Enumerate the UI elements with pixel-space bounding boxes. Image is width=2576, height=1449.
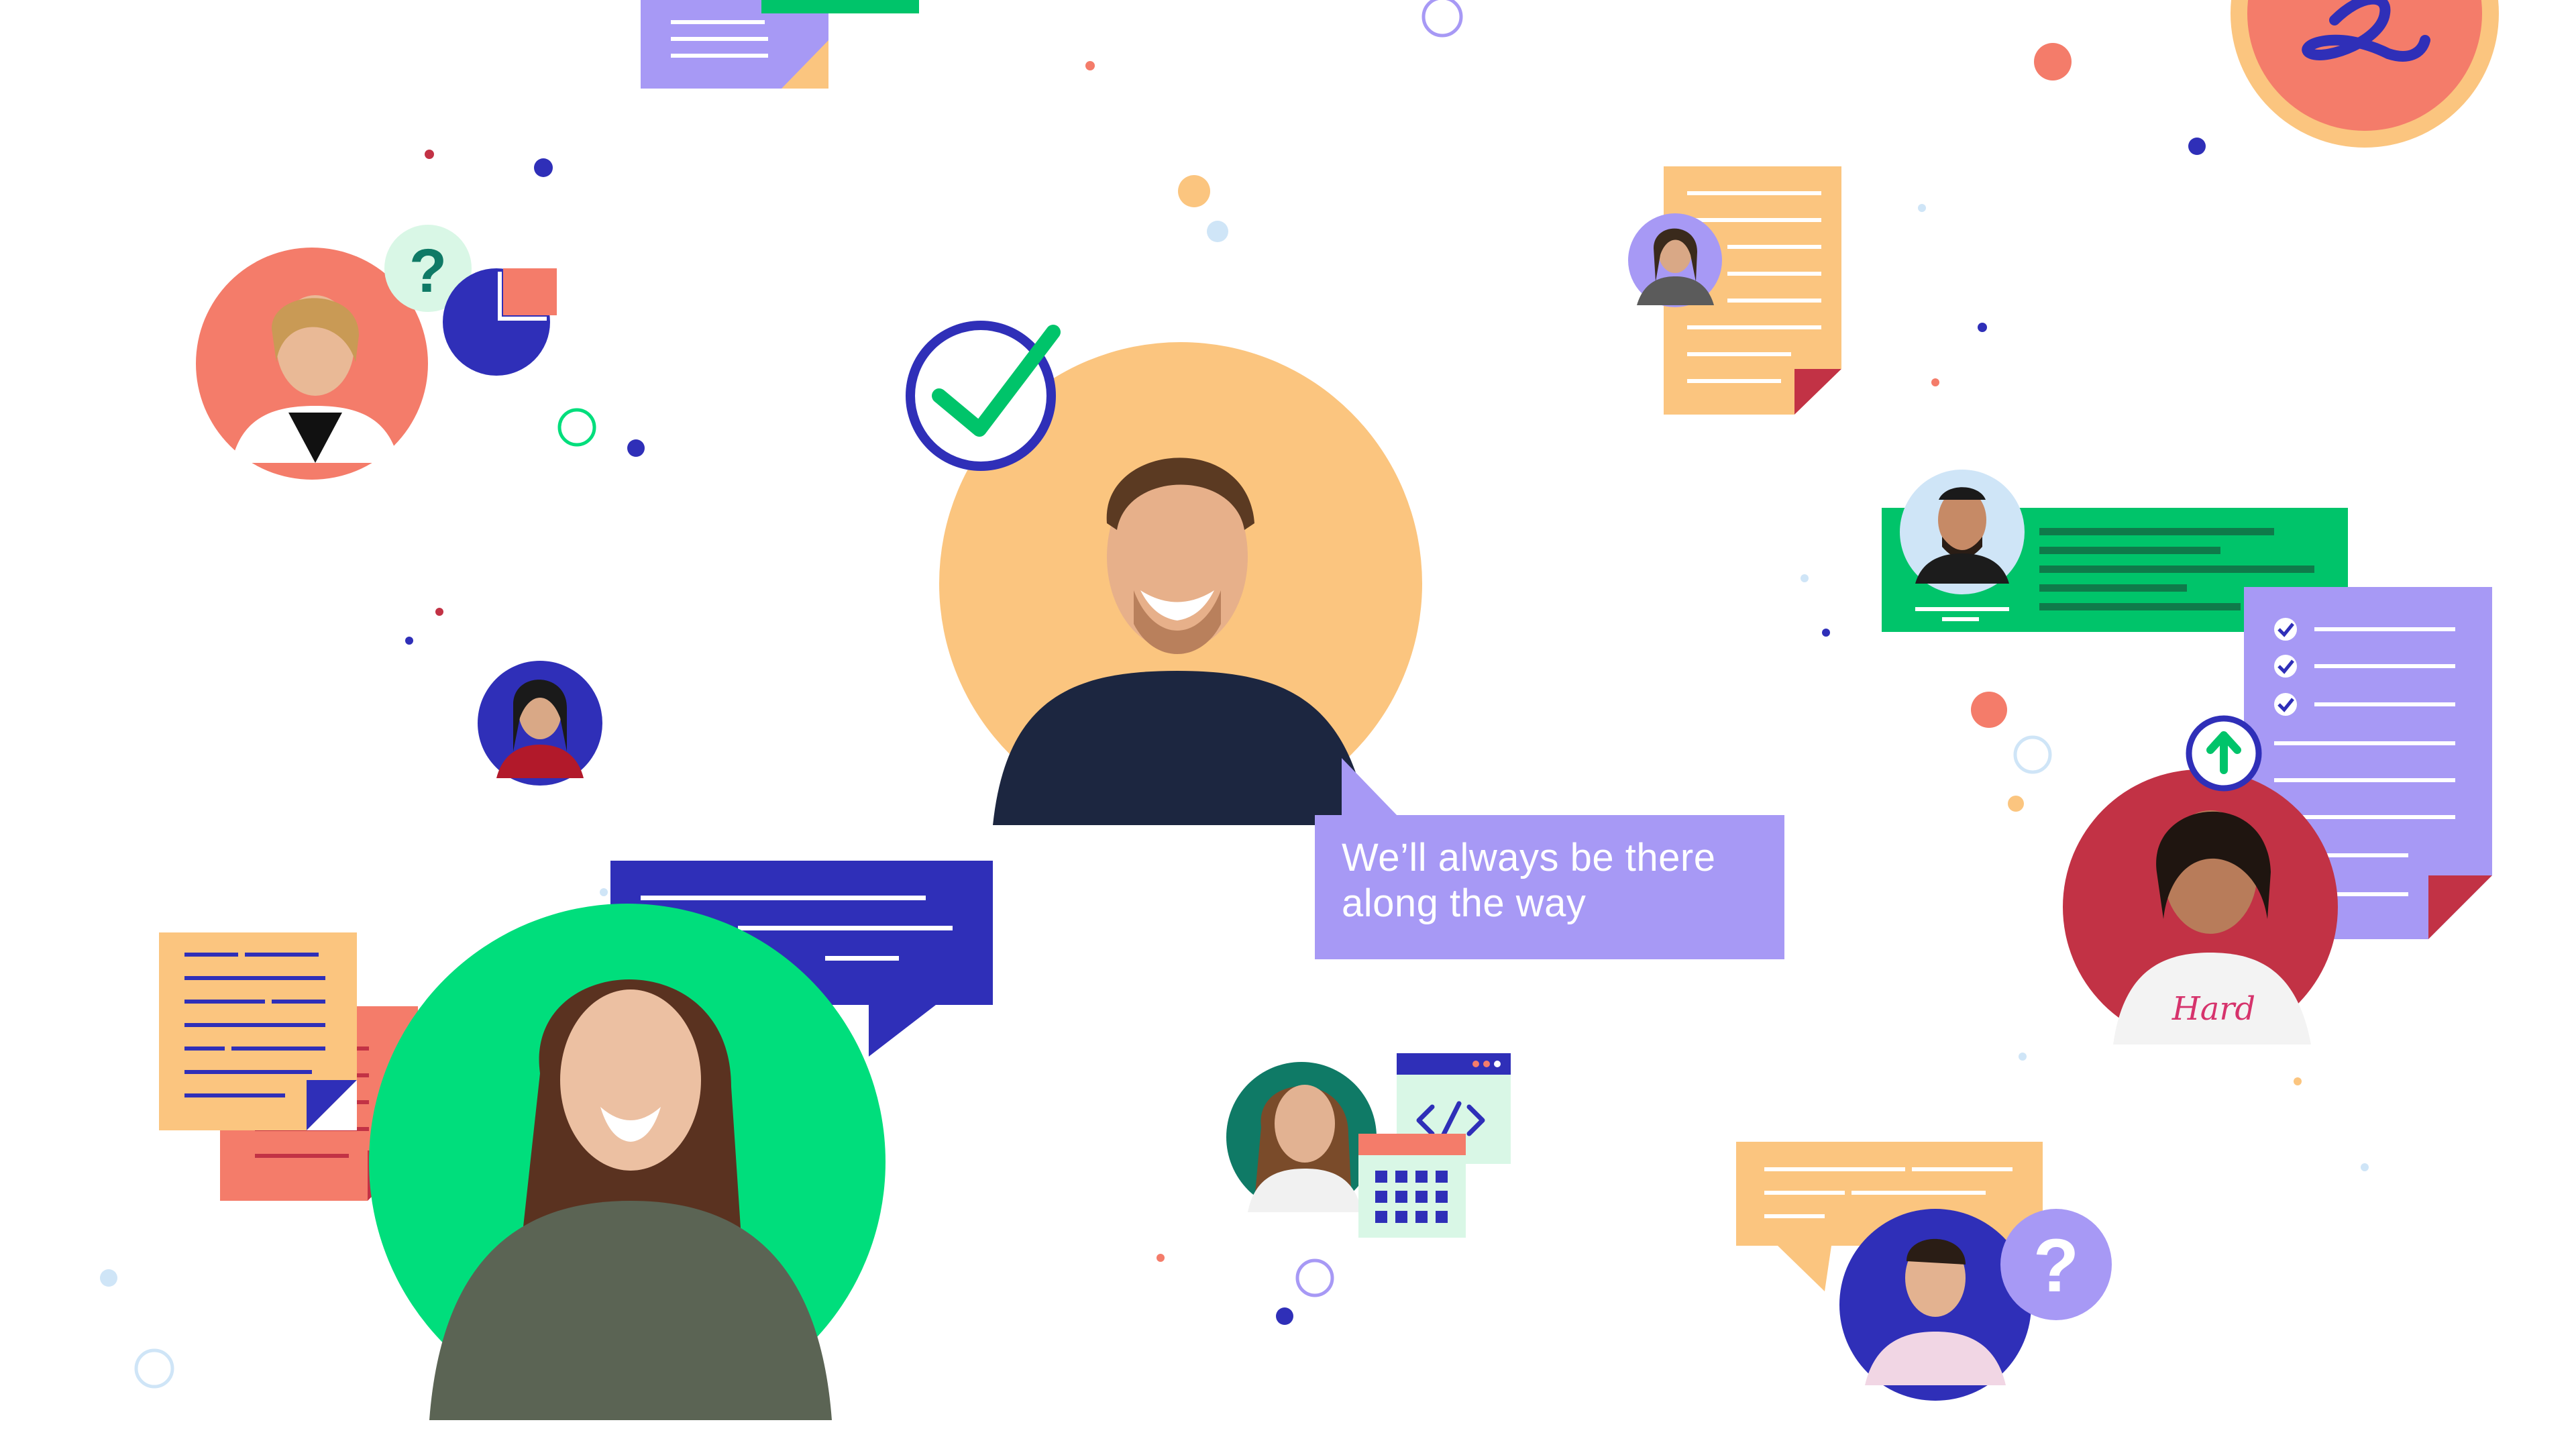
- tagline-bubble: We’ll always be there along the way: [1315, 815, 1784, 959]
- avatar-indigo-small: [478, 661, 602, 786]
- tagline-text: We’ll always be there along the way: [1342, 836, 1716, 925]
- document-card-peach-left: [159, 932, 357, 1130]
- pie-chart-icon: [443, 268, 557, 376]
- avatar-lightblue: [1900, 470, 2025, 594]
- avatar-teal: [1226, 1062, 1377, 1212]
- document-card-top: [641, 0, 919, 89]
- svg-text:?: ?: [2033, 1224, 2079, 1307]
- checkmark-icon: [906, 321, 1061, 471]
- question-mark-icon: ?: [2000, 1209, 2112, 1320]
- avatar-indigo: [1839, 1209, 2031, 1401]
- avatar-green-large: [369, 904, 885, 1420]
- svg-text:Hard: Hard: [2171, 990, 2255, 1028]
- calendar-icon: [1358, 1134, 1466, 1238]
- avatar-dark-red: Hard: [2063, 769, 2338, 1044]
- avatar-lavender-small: [1628, 213, 1722, 307]
- svg-text:?: ?: [409, 237, 447, 305]
- pound-sign-icon: [2231, 0, 2499, 148]
- upload-arrow-icon: [2186, 715, 2262, 792]
- illustration-canvas: ? Hard ?: [100, 0, 2499, 1420]
